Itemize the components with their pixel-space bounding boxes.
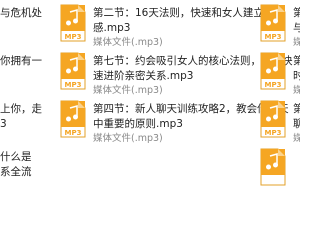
file-name: 第 时	[293, 55, 300, 82]
file-badge: MP3	[65, 129, 82, 137]
file-item[interactable]: 什么是 系全流	[0, 148, 68, 200]
file-badge: MP3	[65, 33, 82, 41]
file-badge: MP3	[265, 129, 282, 137]
file-type: 媒	[293, 37, 300, 48]
file-name: 第 聊	[293, 103, 300, 130]
file-item[interactable]: MP3 第四节：新人聊天训练攻略2，教会你聊天中重要的原则.mp3 媒体文件(.…	[60, 100, 290, 160]
mp3-file-icon: MP3	[260, 4, 286, 42]
file-name: 上你，走 3	[0, 103, 42, 130]
file-badge: MP3	[265, 81, 282, 89]
mp3-file-icon: MP3	[60, 4, 86, 42]
mp3-file-icon: MP3	[60, 52, 86, 90]
mp3-file-icon: MP3	[60, 100, 86, 138]
file-name: 你拥有一	[0, 55, 42, 67]
file-type: 媒	[293, 133, 300, 144]
file-name: 什么是 系全流	[0, 151, 32, 178]
file-list-pane: 与危机处 你拥有一 上你，走 3 什么是 系全流 MP3 第二节：16天法则，快…	[0, 0, 300, 200]
file-type: 媒	[293, 85, 300, 96]
file-badge: MP3	[65, 81, 82, 89]
file-type: 媒体文件(.mp3)	[93, 37, 163, 48]
mp3-file-icon: MP3	[260, 52, 286, 90]
mp3-file-icon	[260, 148, 286, 186]
file-name: 与危机处	[0, 7, 42, 19]
file-badge: MP3	[265, 33, 282, 41]
file-name: 第 与	[293, 7, 300, 34]
file-type: 媒体文件(.mp3)	[93, 85, 163, 96]
file-type: 媒体文件(.mp3)	[93, 133, 163, 144]
file-item[interactable]	[260, 148, 300, 200]
mp3-file-icon: MP3	[260, 100, 286, 138]
